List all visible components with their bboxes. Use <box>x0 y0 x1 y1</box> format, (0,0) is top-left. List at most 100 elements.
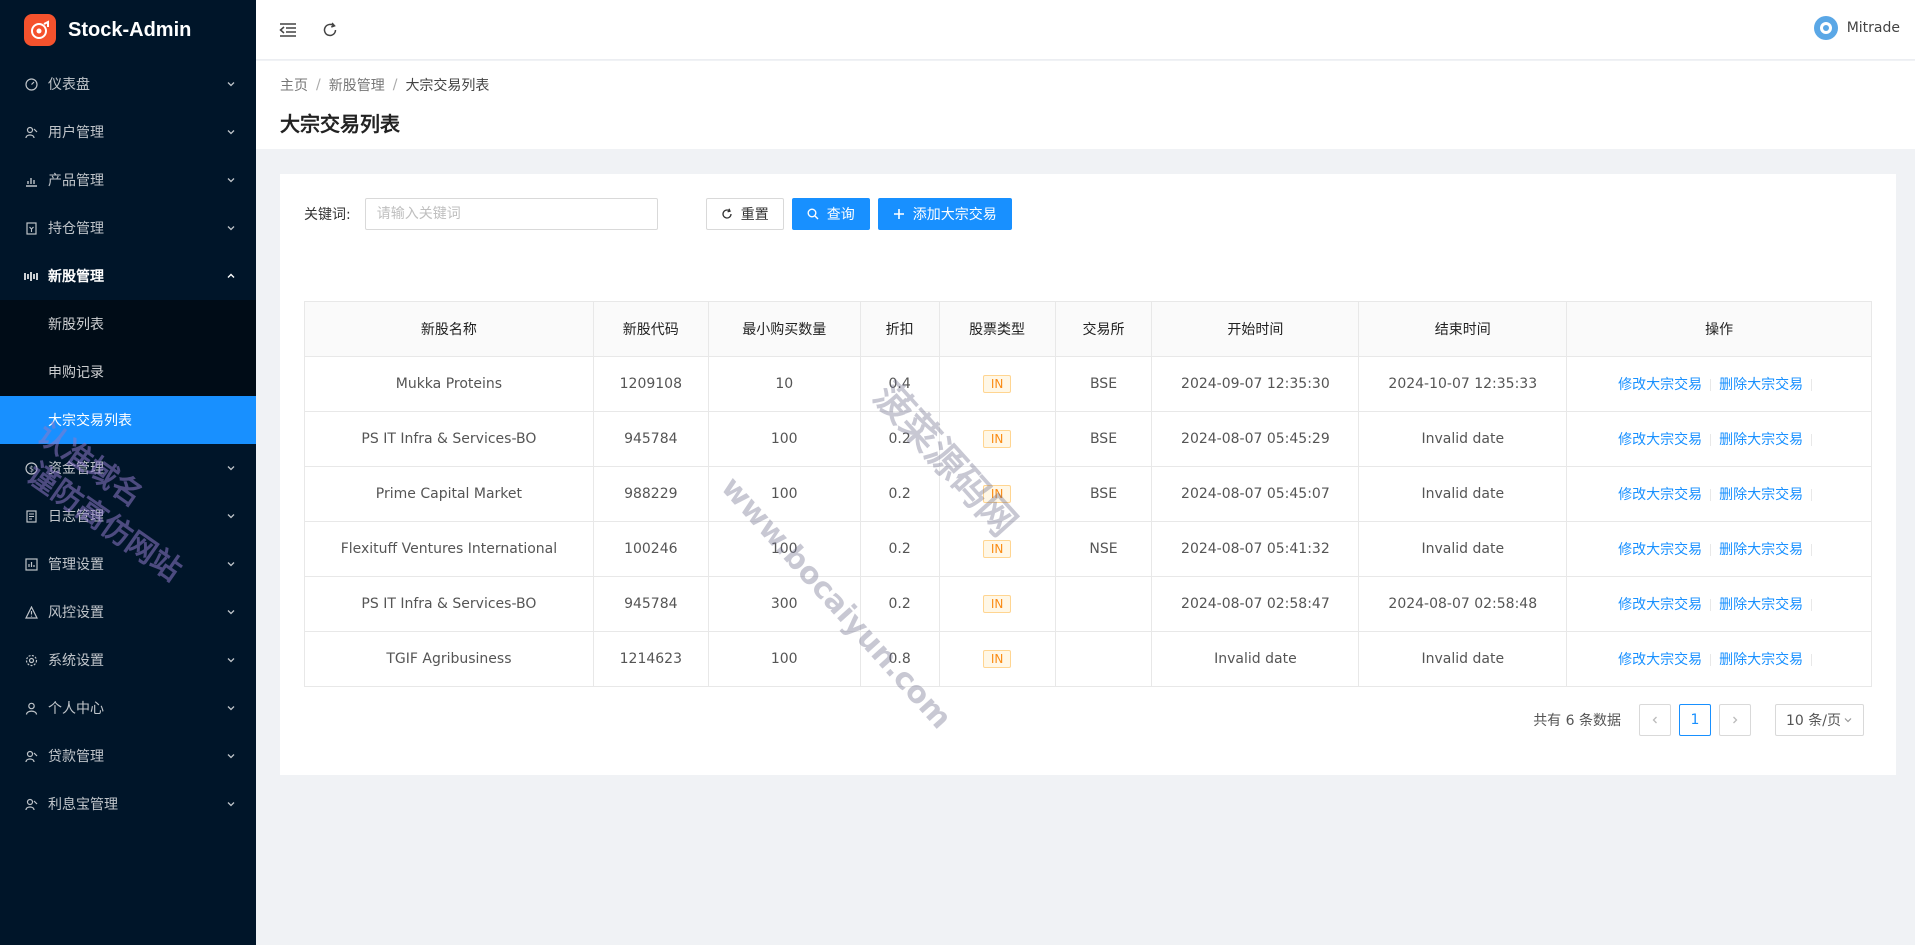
chevron-down-icon <box>226 511 236 521</box>
divider <box>1811 544 1813 556</box>
sidebar-item-funds[interactable]: $ 资金管理 <box>0 444 256 492</box>
column-header: 交易所 <box>1054 301 1153 357</box>
breadcrumb-current: 大宗交易列表 <box>405 78 490 94</box>
avatar <box>1813 16 1838 40</box>
top-header: Mitrade <box>256 0 1915 60</box>
money-icon: $ <box>24 461 38 475</box>
sidebar-item-positions[interactable]: 持仓管理 <box>0 204 256 252</box>
cell-actions: 修改大宗交易 删除大宗交易 <box>1566 631 1872 687</box>
column-header: 最小购买数量 <box>707 301 861 357</box>
breadcrumb-home[interactable]: 主页 <box>280 75 308 95</box>
cell-code: 1214623 <box>592 631 709 687</box>
edit-link[interactable]: 修改大宗交易 <box>1618 487 1702 503</box>
add-button-label: 添加大宗交易 <box>912 207 997 223</box>
keyword-input[interactable] <box>364 198 658 230</box>
delete-link[interactable]: 删除大宗交易 <box>1719 597 1803 613</box>
edit-link[interactable]: 修改大宗交易 <box>1618 432 1702 448</box>
edit-link[interactable]: 修改大宗交易 <box>1618 597 1702 613</box>
breadcrumb-separator: / <box>316 77 321 93</box>
sidebar-item-users[interactable]: 用户管理 <box>0 108 256 156</box>
cell-discount: 0.2 <box>859 466 940 522</box>
chevron-down-icon <box>1844 718 1852 723</box>
refresh-icon[interactable] <box>320 20 340 40</box>
query-button[interactable]: 查询 <box>791 198 870 230</box>
sidebar-item-label: 贷款管理 <box>48 749 104 765</box>
sidebar-subitem-label: 申购记录 <box>48 365 104 381</box>
sidebar-subitem-block-trade-list[interactable]: 大宗交易列表 <box>0 396 256 444</box>
sidebar-item-dashboard[interactable]: 仪表盘 <box>0 60 256 108</box>
edit-link[interactable]: 修改大宗交易 <box>1618 652 1702 668</box>
cell-code: 100246 <box>592 521 709 577</box>
sidebar-item-logs[interactable]: 日志管理 <box>0 492 256 540</box>
menu-fold-icon[interactable] <box>278 20 298 40</box>
svg-text:$: $ <box>28 464 33 473</box>
reset-button[interactable]: 重置 <box>705 198 784 230</box>
cell-actions: 修改大宗交易 删除大宗交易 <box>1566 466 1872 522</box>
cell-end: Invalid date <box>1358 466 1568 522</box>
divider <box>1710 379 1712 391</box>
dashboard-icon <box>24 77 38 91</box>
sidebar-item-products[interactable]: 产品管理 <box>0 156 256 204</box>
sidebar-item-label: 日志管理 <box>48 509 104 525</box>
edit-link[interactable]: 修改大宗交易 <box>1618 542 1702 558</box>
cell-name: PS IT Infra & Services-BO <box>304 576 594 632</box>
sidebar-item-label: 系统设置 <box>48 653 104 669</box>
sidebar-subitem-ipo-list[interactable]: 新股列表 <box>0 300 256 348</box>
table-row: PS IT Infra & Services-BO 945784 300 0.2… <box>304 576 1872 632</box>
page-size-select[interactable]: 10 条/页 <box>1775 704 1864 736</box>
page-header: 主页 / 新股管理 / 大宗交易列表 大宗交易列表 <box>256 61 1915 149</box>
page-number-button[interactable]: 1 <box>1679 704 1711 736</box>
sidebar-item-label: 产品管理 <box>48 173 104 189</box>
chevron-down-icon <box>226 127 236 137</box>
sidebar-item-label: 管理设置 <box>48 557 104 573</box>
pagination: 共有 6 条数据 1 10 条/页 <box>1533 704 1864 736</box>
next-page-button[interactable] <box>1719 704 1751 736</box>
brand[interactable]: Stock-Admin <box>0 0 256 60</box>
sidebar-item-interest[interactable]: 利息宝管理 <box>0 780 256 828</box>
ipo-icon <box>24 269 38 283</box>
sidebar-subitem-subscription-records[interactable]: 申购记录 <box>0 348 256 396</box>
edit-link[interactable]: 修改大宗交易 <box>1618 377 1702 393</box>
side-menu: 仪表盘 用户管理 产品管理 持仓管理 新股管理 新股列表 申购记录 大宗交易列表 <box>0 60 256 828</box>
stock-type-tag: IN <box>982 430 1012 448</box>
chevron-down-icon <box>226 607 236 617</box>
divider <box>1811 434 1813 446</box>
users-icon <box>24 125 38 139</box>
reload-icon <box>722 208 732 219</box>
chart-icon <box>24 173 38 187</box>
prev-page-button[interactable] <box>1639 704 1671 736</box>
keyword-label: 关键词: <box>304 207 351 223</box>
delete-link[interactable]: 删除大宗交易 <box>1719 542 1803 558</box>
sidebar-item-admin-settings[interactable]: 管理设置 <box>0 540 256 588</box>
app-logo-icon <box>24 14 56 46</box>
cell-min-qty: 100 <box>707 411 861 467</box>
delete-link[interactable]: 删除大宗交易 <box>1719 432 1803 448</box>
cell-type: IN <box>938 521 1056 577</box>
divider <box>1811 654 1813 666</box>
chevron-down-icon <box>226 703 236 713</box>
delete-link[interactable]: 删除大宗交易 <box>1719 652 1803 668</box>
admin-settings-icon <box>24 557 38 571</box>
table-row: Prime Capital Market 988229 100 0.2 IN B… <box>304 466 1872 522</box>
sidebar-item-loans[interactable]: 贷款管理 <box>0 732 256 780</box>
sidebar-item-system-settings[interactable]: 系统设置 <box>0 636 256 684</box>
sidebar-item-risk-settings[interactable]: 风控设置 <box>0 588 256 636</box>
chevron-down-icon <box>226 463 236 473</box>
sidebar-item-ipo[interactable]: 新股管理 <box>0 252 256 300</box>
cell-exchange: BSE <box>1054 411 1153 467</box>
delete-link[interactable]: 删除大宗交易 <box>1719 487 1803 503</box>
add-block-trade-button[interactable]: 添加大宗交易 <box>877 198 1012 230</box>
cell-end: Invalid date <box>1358 631 1568 687</box>
sidebar-item-personal-center[interactable]: 个人中心 <box>0 684 256 732</box>
cell-end: 2024-08-07 02:58:48 <box>1358 576 1568 632</box>
cell-discount: 0.4 <box>859 356 940 412</box>
warning-icon <box>24 605 38 619</box>
divider <box>1710 434 1712 446</box>
user-menu[interactable]: Mitrade <box>1813 16 1900 40</box>
delete-link[interactable]: 删除大宗交易 <box>1719 377 1803 393</box>
column-header: 折扣 <box>859 301 940 357</box>
divider <box>1811 599 1813 611</box>
cell-actions: 修改大宗交易 删除大宗交易 <box>1566 356 1872 412</box>
breadcrumb-section[interactable]: 新股管理 <box>329 75 385 95</box>
column-header: 股票类型 <box>938 301 1056 357</box>
